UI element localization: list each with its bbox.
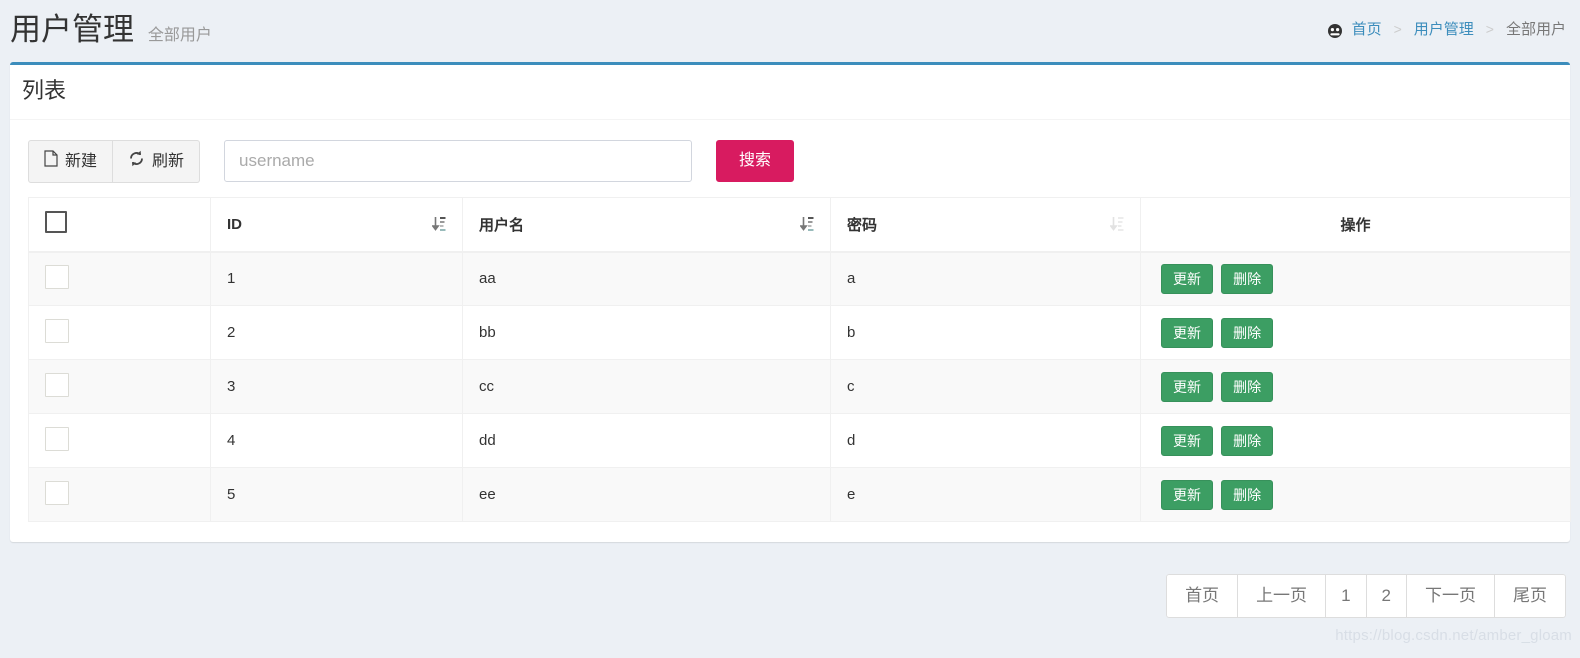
sort-desc-icon[interactable] — [799, 215, 814, 233]
file-icon — [44, 150, 58, 173]
row-username: ee — [462, 467, 831, 522]
page-subtitle: 全部用户 — [147, 27, 212, 44]
table-row: 2 bb b 更新 删除 — [28, 305, 1571, 360]
toolbar-button-group: 新建 刷新 — [28, 140, 201, 183]
table-body: 1 aa a 更新 删除 2 bb b 更新 删除 3 cc c 更新 删除 4… — [28, 251, 1571, 522]
delete-button[interactable]: 删除 — [1221, 425, 1274, 456]
table-header-username-label: 用户名 — [479, 216, 525, 234]
row-checkbox[interactable] — [45, 426, 69, 451]
row-password: a — [830, 251, 1141, 306]
delete-button[interactable]: 删除 — [1221, 317, 1274, 348]
page-title: 用户管理 — [10, 12, 134, 47]
row-select-cell — [28, 413, 211, 468]
breadcrumb-separator: > — [1485, 20, 1494, 37]
row-id: 3 — [210, 359, 463, 414]
row-actions: 更新 删除 — [1140, 305, 1571, 360]
table-header-select-all — [28, 197, 211, 253]
delete-button[interactable]: 删除 — [1221, 371, 1274, 402]
row-select-cell — [28, 305, 211, 360]
new-button[interactable]: 新建 — [28, 140, 114, 183]
refresh-button[interactable]: 刷新 — [113, 140, 201, 183]
breadcrumb: 首页 > 用户管理 > 全部用户 — [1327, 18, 1568, 39]
table-header-id[interactable]: ID — [210, 197, 463, 253]
user-table: ID 用户名 密码 操作 1 aa a 更新 删除 2 bb b 更新 删除 3… — [28, 197, 1571, 522]
row-id: 4 — [210, 413, 463, 468]
table-row: 1 aa a 更新 删除 — [28, 251, 1571, 306]
update-button[interactable]: 更新 — [1161, 479, 1213, 510]
delete-button[interactable]: 删除 — [1221, 263, 1274, 294]
row-password: e — [830, 467, 1141, 522]
breadcrumb-item-home[interactable]: 首页 — [1350, 18, 1384, 39]
row-checkbox[interactable] — [45, 318, 69, 343]
list-card: 列表 新建 刷新 username 搜索 ID 用户名 密码 操作 1 aa a… — [10, 62, 1571, 542]
refresh-button-label: 刷新 — [152, 152, 185, 170]
content-header: 用户管理 全部用户 首页 > 用户管理 > 全部用户 — [0, 0, 1580, 62]
table-header-operations-label: 操作 — [1340, 216, 1371, 234]
pagination-last[interactable]: 尾页 — [1495, 574, 1566, 618]
row-select-cell — [28, 359, 211, 414]
row-id: 5 — [210, 467, 463, 522]
table-head: ID 用户名 密码 操作 — [28, 197, 1571, 253]
pagination-wrapper: 首页 上一页 1 2 下一页 尾页 — [0, 542, 1580, 618]
search-input[interactable] — [224, 140, 693, 182]
row-username: aa — [462, 251, 831, 306]
table-header-username[interactable]: 用户名 — [462, 197, 831, 253]
table-header-row: ID 用户名 密码 操作 — [28, 197, 1571, 253]
dashboard-icon — [1327, 23, 1343, 39]
row-actions: 更新 删除 — [1140, 251, 1571, 306]
card-header: 列表 — [10, 65, 1570, 120]
table-row: 4 dd d 更新 删除 — [28, 413, 1571, 468]
table-header-id-label: ID — [227, 215, 242, 233]
row-password: c — [830, 359, 1141, 414]
card-body: 新建 刷新 搜索 — [10, 120, 1571, 542]
breadcrumb-item-user-management[interactable]: 用户管理 — [1412, 18, 1476, 39]
pagination-next[interactable]: 下一页 — [1407, 574, 1495, 618]
row-checkbox[interactable] — [45, 480, 69, 505]
new-button-label: 新建 — [65, 152, 98, 170]
breadcrumb-item-all-users: 全部用户 — [1505, 21, 1566, 38]
row-password: d — [830, 413, 1141, 468]
row-username: bb — [462, 305, 831, 360]
row-actions: 更新 删除 — [1140, 467, 1571, 522]
update-button[interactable]: 更新 — [1161, 317, 1213, 348]
breadcrumb-separator: > — [1393, 20, 1402, 37]
search-button[interactable]: 搜索 — [716, 140, 795, 182]
row-actions: 更新 删除 — [1140, 359, 1571, 414]
delete-button[interactable]: 删除 — [1221, 479, 1274, 510]
refresh-icon — [128, 150, 145, 173]
pagination-prev[interactable]: 上一页 — [1238, 574, 1327, 618]
row-checkbox[interactable] — [45, 264, 69, 289]
card-title: 列表 — [22, 78, 67, 103]
update-button[interactable]: 更新 — [1161, 263, 1213, 294]
sort-inactive-icon[interactable] — [1109, 215, 1124, 233]
toolbar: 新建 刷新 搜索 — [28, 130, 1552, 197]
row-password: b — [830, 305, 1141, 360]
pagination: 首页 上一页 1 2 下一页 尾页 — [1166, 574, 1566, 618]
row-select-cell — [28, 251, 211, 306]
update-button[interactable]: 更新 — [1161, 425, 1213, 456]
table-row: 3 cc c 更新 删除 — [28, 359, 1571, 414]
update-button[interactable]: 更新 — [1161, 371, 1213, 402]
row-id: 2 — [210, 305, 463, 360]
select-all-checkbox[interactable] — [45, 211, 67, 234]
row-select-cell — [28, 467, 211, 522]
row-id: 1 — [210, 251, 463, 306]
pagination-page-2[interactable]: 2 — [1366, 574, 1407, 618]
table-header-password-label: 密码 — [847, 216, 878, 234]
table-header-password[interactable]: 密码 — [830, 197, 1141, 253]
sort-desc-icon[interactable] — [431, 215, 446, 233]
table-row: 5 ee e 更新 删除 — [28, 467, 1571, 522]
pagination-page-1[interactable]: 1 — [1326, 574, 1367, 618]
row-checkbox[interactable] — [45, 372, 69, 397]
pagination-first[interactable]: 首页 — [1166, 574, 1239, 618]
row-username: cc — [462, 359, 831, 414]
row-actions: 更新 删除 — [1140, 413, 1571, 468]
watermark: https://blog.csdn.net/amber_gloam — [1335, 627, 1572, 644]
row-username: dd — [462, 413, 831, 468]
table-header-operations: 操作 — [1140, 197, 1571, 253]
